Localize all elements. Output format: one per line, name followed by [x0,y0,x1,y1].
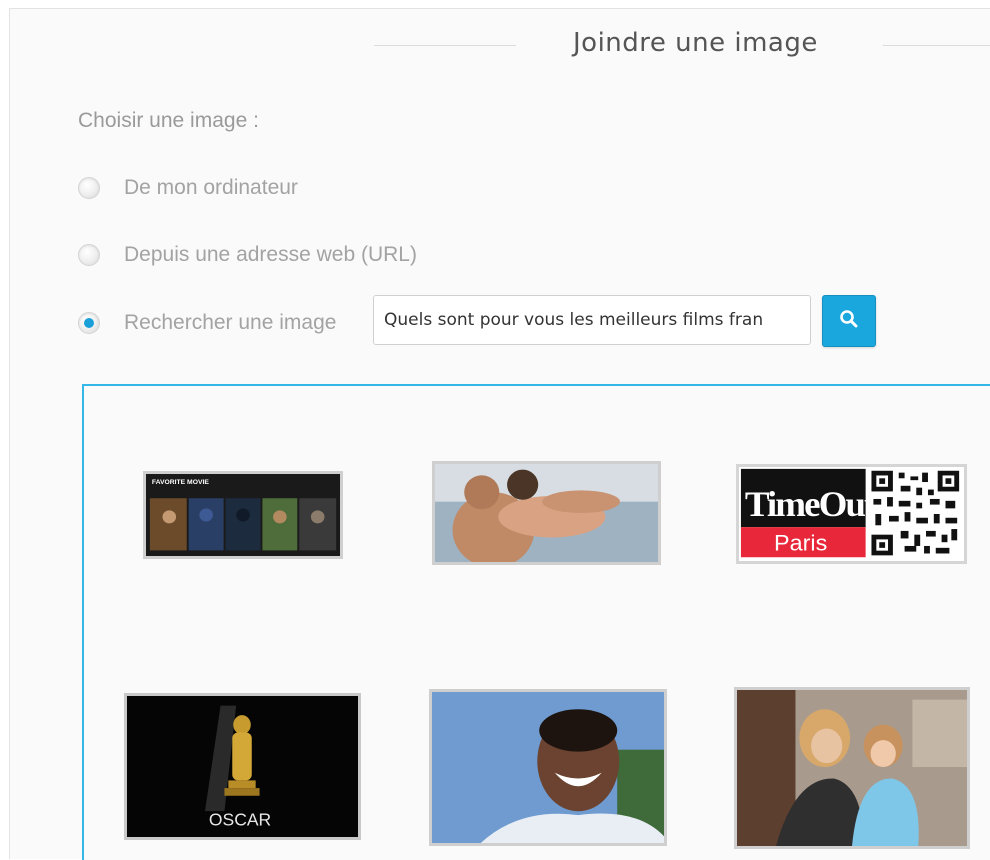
timeout-paris-text: Paris [774,530,827,556]
option-from-url[interactable]: Depuis une adresse web (URL) [78,238,417,272]
option-from-computer-label: De mon ordinateur [124,176,298,199]
radio-from-computer[interactable] [78,177,100,199]
option-from-computer[interactable]: De mon ordinateur [78,171,298,205]
dialog-title: Joindre une image [573,28,818,58]
image-results-grid: FAVORITE MOVIE TimeOut Paris OSCAR [82,384,990,860]
title-divider-left [374,45,516,46]
result-thumb-oscar[interactable]: OSCAR [124,693,361,840]
oscar-caption: OSCAR [209,810,271,830]
title-divider-right [883,45,990,46]
search-button[interactable] [822,295,876,347]
radio-search-image[interactable] [78,312,100,334]
result-thumb-favorite-movie[interactable]: FAVORITE MOVIE [143,471,343,559]
choose-image-label: Choisir une image : [78,109,259,132]
image-search-input[interactable] [373,295,811,345]
result-thumb-woman-child[interactable] [734,687,970,849]
favorite-movie-caption: FAVORITE MOVIE [152,479,210,486]
option-from-url-label: Depuis une adresse web (URL) [124,243,417,266]
radio-from-url[interactable] [78,244,100,266]
attach-image-dialog: Joindre une image Choisir une image : De… [9,8,990,860]
title-row: Joindre une image [10,9,990,79]
result-thumb-timeout-paris[interactable]: TimeOut Paris [736,464,967,564]
option-search-image[interactable]: Rechercher une image [78,306,336,340]
option-search-image-label: Rechercher une image [124,311,337,334]
timeout-logo-text: TimeOut [745,484,876,523]
result-thumb-smiling-man[interactable] [429,689,667,846]
result-thumb-couple-beach[interactable] [432,461,661,565]
search-icon [839,309,859,334]
